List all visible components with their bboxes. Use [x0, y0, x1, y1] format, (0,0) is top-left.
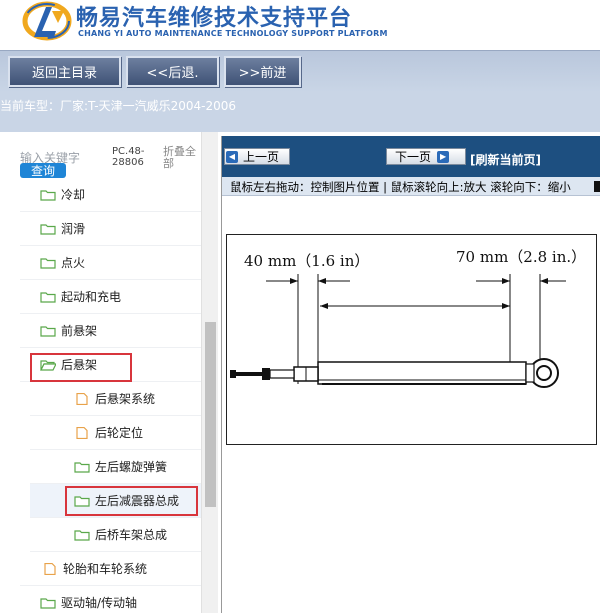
viewer-hint: 鼠标左右拖动：控制图片位置 | 鼠标滚轮向上:放大 滚轮向下：缩小: [230, 180, 571, 194]
tree-item-label: 左后螺旋弹簧: [95, 460, 168, 474]
shock-absorber-diagram[interactable]: 40 mm（1.6 in） 70 mm（2.8 in.）: [226, 234, 598, 446]
dimension-left-text: 40 mm（1.6 in）: [244, 252, 369, 270]
dimension-right-text: 70 mm（2.8 in.）: [456, 248, 586, 266]
current-vehicle: 当前车型：厂家:T-天津一汽威乐2004-2006: [0, 97, 236, 114]
document-viewer: ◀ 上一页 下一页 ▶ [刷新当前页] 鼠标左右拖动：控制图片位置 | 鼠标滚轮…: [221, 136, 600, 613]
tree-item-cooling[interactable]: 冷却: [20, 178, 202, 212]
viewer-hint-bar: 鼠标左右拖动：控制图片位置 | 鼠标滚轮向上:放大 滚轮向下：缩小: [222, 177, 600, 196]
current-vehicle-label: 当前车型：: [0, 99, 61, 113]
tree-item-lubrication[interactable]: 润滑: [20, 212, 202, 246]
back-button[interactable]: <<后退.: [126, 56, 219, 87]
tree-item-label: 润滑: [61, 222, 86, 236]
tree-item-tire-wheel-system[interactable]: 轮胎和车轮系统: [20, 552, 202, 586]
tree-item-drive-shaft[interactable]: 驱动轴/传动轴: [20, 586, 202, 613]
folder-icon: [40, 291, 56, 303]
file-icon: [76, 392, 88, 405]
search-row: 输入关键字 查询 PC.48-28806 折叠全部: [0, 132, 218, 184]
arrow-right-icon: ▶: [437, 150, 450, 163]
highlight-rear-suspension: [30, 353, 132, 382]
folder-icon: [40, 223, 56, 235]
folder-icon: [40, 257, 56, 269]
tree-scrollbar[interactable]: [201, 132, 218, 613]
prev-page-label: 上一页: [243, 150, 280, 164]
tree-panel: 输入关键字 查询 PC.48-28806 折叠全部 冷却 润滑 点火 起动和充电…: [0, 132, 218, 613]
main-toolbar: 返回主目录 <<后退. >>前进: [0, 50, 600, 92]
forward-button[interactable]: >>前进: [224, 56, 301, 87]
refresh-page-link[interactable]: [刷新当前页]: [470, 151, 541, 168]
tree-item-starting-charging[interactable]: 起动和充电: [20, 280, 202, 314]
search-button[interactable]: 查询: [20, 163, 66, 178]
app-title: 畅易汽车维修技术支持平台: [76, 6, 353, 31]
tree-scroll-thumb[interactable]: [205, 322, 216, 507]
vehicle-bar: 当前车型：厂家:T-天津一汽威乐2004-2006: [0, 92, 600, 132]
folder-icon: [40, 189, 56, 201]
current-vehicle-value: 厂家:T-天津一汽威乐2004-2006: [60, 99, 237, 113]
tree-item-label: 后轮定位: [95, 426, 144, 440]
hint-overflow-marker: [594, 181, 600, 192]
tree-item-front-suspension[interactable]: 前悬架: [20, 314, 202, 348]
tree-item-label: 后桥车架总成: [95, 528, 168, 542]
folder-icon: [74, 529, 90, 541]
next-page-label: 下一页: [395, 150, 432, 164]
folder-icon: [40, 325, 56, 337]
file-icon: [76, 426, 88, 439]
prev-page-button[interactable]: ◀ 上一页: [224, 148, 290, 165]
folder-icon: [74, 461, 90, 473]
tree-item-rear-suspension-system[interactable]: 后悬架系统: [30, 382, 202, 416]
pc-code: PC.48-28806: [112, 146, 145, 168]
app-subtitle: CHANG YI AUTO MAINTENANCE TECHNOLOGY SUP…: [78, 29, 388, 38]
tree-item-label: 点火: [61, 256, 86, 270]
viewer-toolbar: ◀ 上一页 下一页 ▶ [刷新当前页]: [222, 136, 600, 177]
file-icon: [44, 562, 56, 575]
tree-item-rear-axle-frame[interactable]: 后桥车架总成: [30, 518, 202, 552]
tree-item-left-rear-coil-spring[interactable]: 左后螺旋弹簧: [30, 450, 202, 484]
tree-item-ignition[interactable]: 点火: [20, 246, 202, 280]
app-header: 畅易汽车维修技术支持平台 CHANG YI AUTO MAINTENANCE T…: [0, 0, 600, 50]
tree-item-label: 驱动轴/传动轴: [61, 596, 138, 610]
tree-item-label: 起动和充电: [61, 290, 122, 304]
tree-item-label: 后悬架系统: [95, 392, 156, 406]
cy-logo-icon: [22, 1, 72, 41]
next-page-button[interactable]: 下一页 ▶: [386, 148, 466, 165]
tree-item-rear-wheel-alignment[interactable]: 后轮定位: [30, 416, 202, 450]
highlight-shock-absorber: [65, 486, 198, 516]
tree-item-label: 轮胎和车轮系统: [63, 562, 148, 576]
collapse-all-link[interactable]: 折叠全部: [163, 146, 203, 170]
tree-item-label: 前悬架: [61, 324, 98, 338]
arrow-left-icon: ◀: [226, 150, 238, 163]
tree-item-label: 冷却: [61, 188, 86, 202]
home-button[interactable]: 返回主目录: [8, 56, 121, 87]
folder-icon: [40, 597, 56, 609]
